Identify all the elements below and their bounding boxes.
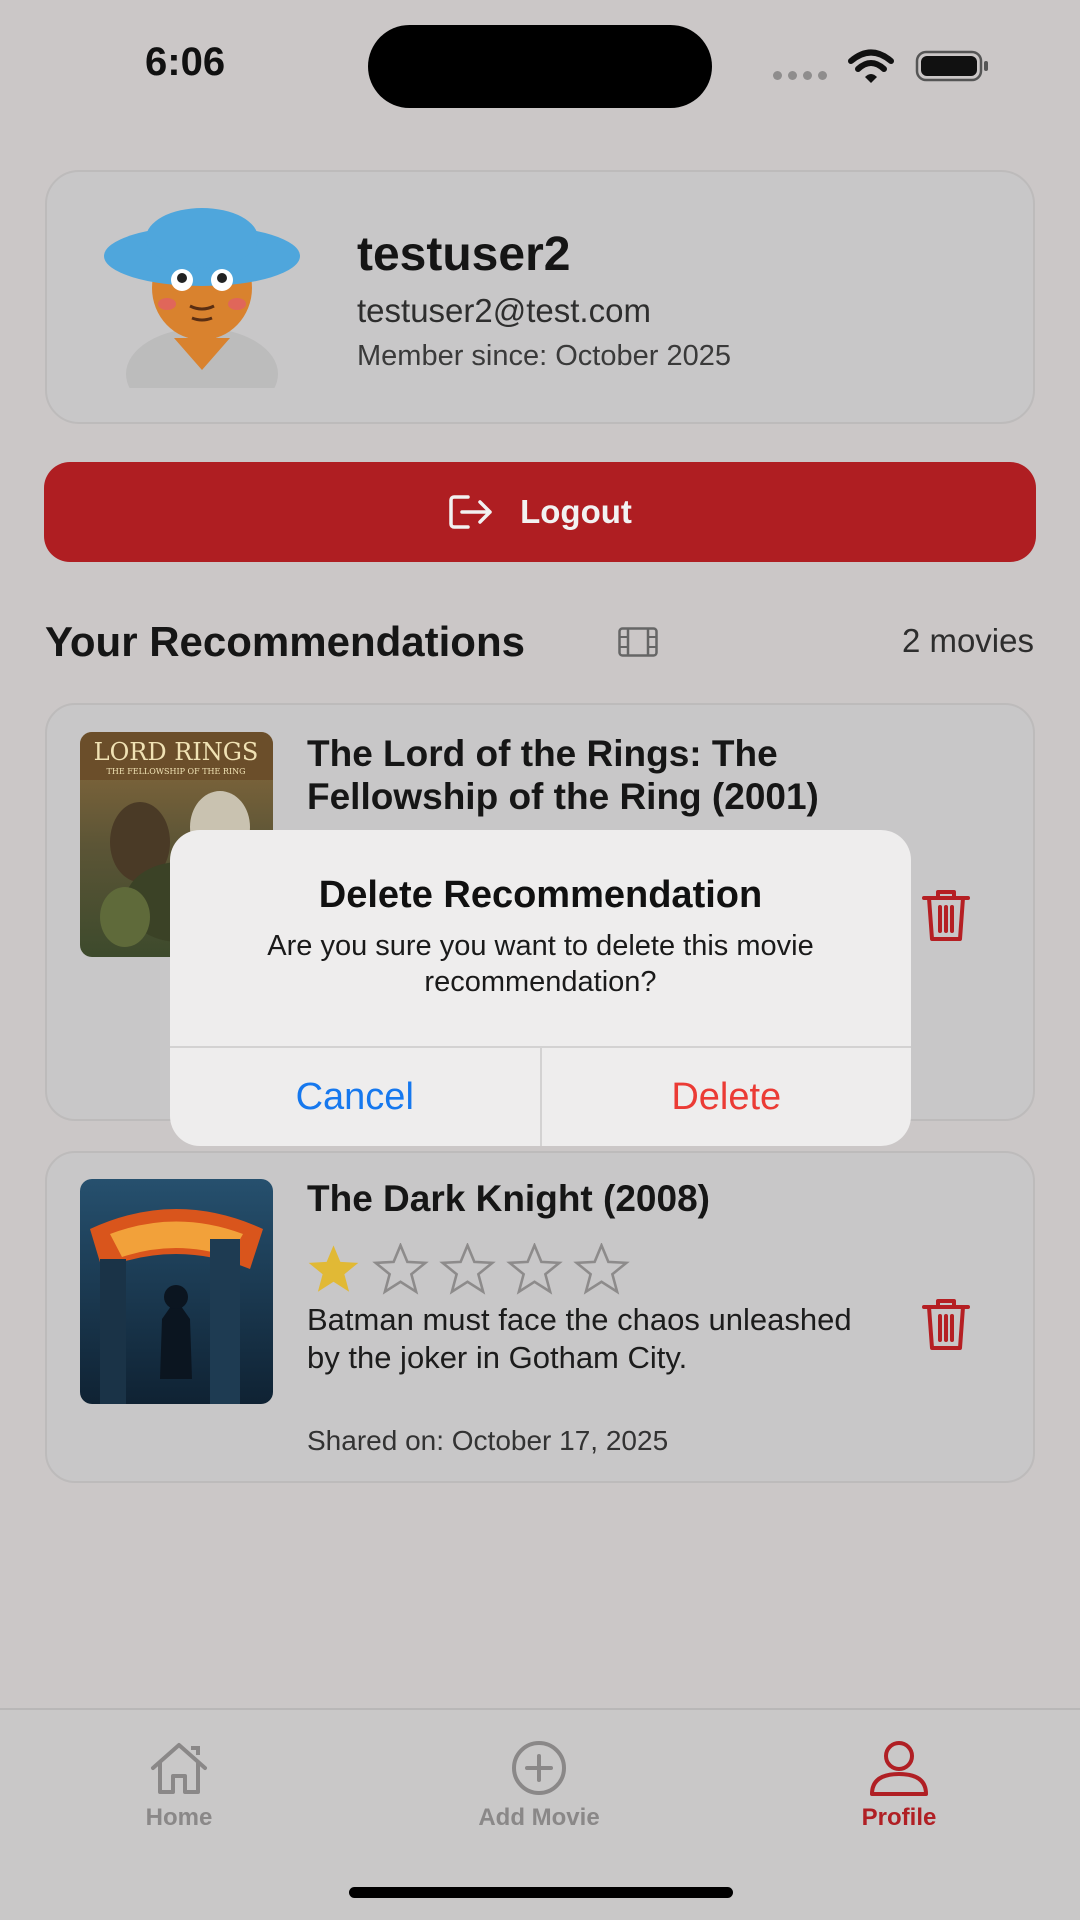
movie-title: The Dark Knight (2008)	[307, 1178, 710, 1219]
user-email: testuser2@test.com	[357, 292, 651, 329]
avatar	[104, 208, 300, 388]
star-empty-icon	[506, 1243, 563, 1295]
alert-actions: Cancel Delete	[170, 1046, 911, 1146]
trash-icon[interactable]	[920, 1296, 972, 1352]
shared-on-date: Shared on: October 17, 2025	[307, 1425, 669, 1456]
star-empty-icon	[372, 1243, 429, 1295]
home-icon	[151, 1743, 207, 1794]
logout-label: Logout	[520, 493, 632, 530]
alert-message: Are you sure you want to delete this mov…	[267, 930, 814, 998]
plus-circle-icon	[512, 1741, 566, 1795]
svg-text:LORD RINGS: LORD RINGS	[94, 738, 259, 766]
tab-profile[interactable]: Profile	[789, 1740, 1009, 1832]
cancel-button[interactable]: Cancel	[170, 1048, 542, 1146]
star-empty-icon	[573, 1243, 630, 1295]
logout-icon	[449, 495, 492, 529]
logout-button[interactable]: Logout	[44, 462, 1036, 562]
trash-icon[interactable]	[920, 887, 972, 943]
film-icon	[618, 627, 658, 657]
star-rating	[305, 1243, 630, 1295]
tab-label: Add Movie	[478, 1804, 600, 1831]
person-icon	[870, 1741, 928, 1796]
status-bar: 6:06	[0, 0, 1080, 130]
status-time: 6:06	[145, 40, 226, 84]
battery-icon	[915, 50, 988, 82]
tab-add-movie[interactable]: Add Movie	[429, 1740, 649, 1832]
svg-text:THE FELLOWSHIP OF THE RING: THE FELLOWSHIP OF THE RING	[107, 767, 246, 776]
star-empty-icon	[439, 1243, 496, 1295]
tab-home[interactable]: Home	[69, 1740, 289, 1832]
movie-title: The Lord of the Rings: The Fellowship of…	[307, 733, 819, 817]
delete-button[interactable]: Delete	[542, 1048, 912, 1146]
movie-card[interactable]: The Dark Knight (2008) Batman must face …	[45, 1151, 1035, 1483]
movie-description: Batman must face the chaos unleashed by …	[307, 1302, 852, 1375]
dark-knight-poster	[80, 1179, 273, 1404]
section-title: Your Recommendations	[45, 618, 525, 665]
username: testuser2	[357, 228, 571, 281]
movie-count: 2 movies	[901, 622, 1034, 659]
tab-label: Home	[145, 1804, 213, 1831]
tab-label: Profile	[861, 1804, 937, 1831]
signal-dots-icon	[773, 71, 827, 80]
member-since: Member since: October 2025	[357, 340, 731, 372]
alert-title: Delete Recommendation	[318, 874, 763, 916]
dynamic-island	[368, 25, 712, 108]
delete-alert-dialog: Delete Recommendation Are you sure you w…	[170, 830, 911, 1146]
wifi-icon	[848, 49, 894, 83]
star-filled-icon	[308, 1245, 359, 1292]
profile-card: testuser2 testuser2@test.com Member sinc…	[45, 170, 1035, 424]
home-indicator[interactable]	[349, 1887, 733, 1898]
